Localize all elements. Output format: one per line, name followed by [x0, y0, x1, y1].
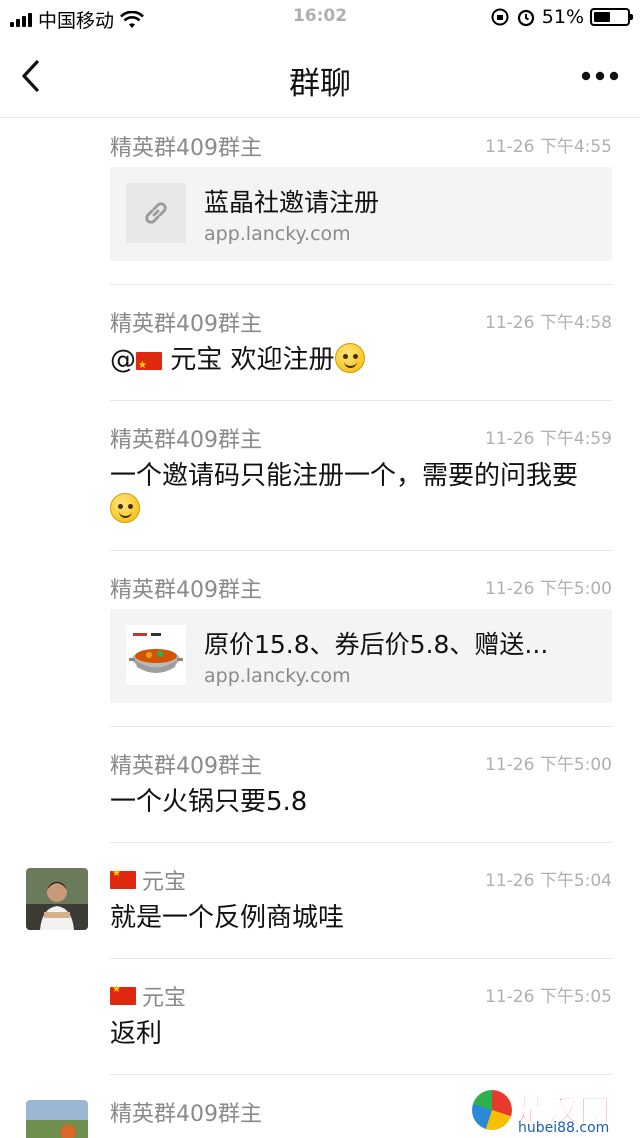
link-card[interactable]: 原价15.8、券后价5.8、赠送... app.lancky.com: [110, 609, 612, 703]
message-time: 11-26 下午4:59: [485, 429, 612, 449]
avatar[interactable]: [26, 868, 88, 930]
message-body: 欢迎注册: [230, 345, 335, 375]
message-time: 11-26 下午4:55: [485, 137, 612, 157]
message-text: 一个火锅只要5.8: [110, 787, 308, 817]
watermark-emblem-icon: [472, 1090, 512, 1130]
message-text: @ 元宝 欢迎注册: [110, 343, 365, 383]
message-time: 11-26 下午5:05: [485, 987, 612, 1007]
message-item: 精英群409群主 11-26 下午4:55 蓝晶社邀请注册 app.lancky…: [0, 130, 640, 284]
divider: [110, 958, 612, 959]
message-item: 精英群409群主 11-26 下午5:00 原价15.8、券后价5.8、赠送..…: [0, 572, 640, 726]
link-card-title: 蓝晶社邀请注册: [204, 188, 380, 217]
alarm-icon: [517, 9, 534, 27]
more-dots-icon[interactable]: [580, 66, 620, 86]
message-item: 元宝 11-26 下午5:04 就是一个反例商城哇: [0, 864, 640, 958]
link-icon: [126, 183, 186, 243]
smile-face-icon: [110, 493, 140, 523]
divider: [110, 726, 612, 727]
nav-bar: 群聊: [0, 36, 640, 118]
message-time: 11-26 下午4:58: [485, 313, 612, 333]
page-title: 群聊: [289, 66, 351, 102]
battery-icon: [590, 8, 633, 26]
china-flag-icon: [110, 868, 136, 889]
message-item: 精英群409群主 11-26 下午4:58 @ 元宝 欢迎注册: [0, 306, 640, 400]
message-text: 返利: [110, 1019, 163, 1049]
sender-name: 精英群409群主: [110, 136, 262, 161]
sender-name: 精英群409群主: [110, 754, 262, 779]
hotpot-thumbnail: [126, 625, 186, 685]
message-time: 11-26 下午5:00: [485, 579, 612, 599]
china-flag-icon: [136, 349, 162, 383]
divider: [110, 400, 612, 401]
divider: [110, 284, 612, 285]
watermark-url: hubei88.com: [518, 1120, 610, 1136]
sender-name: 元宝: [110, 864, 186, 896]
message-time: 11-26 下午5:04: [485, 871, 612, 891]
mention-name[interactable]: 元宝: [170, 345, 222, 375]
sender-name: 精英群409群主: [110, 1102, 262, 1127]
message-text: 就是一个反例商城哇: [110, 903, 345, 933]
rotation-lock-icon: [491, 8, 509, 26]
status-bar: 中国移动 16:02 51%: [0, 0, 640, 36]
link-card[interactable]: 蓝晶社邀请注册 app.lancky.com: [110, 167, 612, 261]
sender-name: 精英群409群主: [110, 578, 262, 603]
message-item: 元宝 11-26 下午5:05 返利: [0, 980, 640, 1074]
message-item: 精英群409群主 11-26 下午5:00 一个火锅只要5.8: [0, 748, 640, 842]
china-flag-icon: [110, 984, 136, 1005]
message-time: 11-26 下午5:00: [485, 755, 612, 775]
sender-name: 精英群409群主: [110, 428, 262, 453]
message-item: 精英群409群主 11-26 下午4:59 一个邀请码只能注册一个，需要的问我要: [0, 422, 640, 550]
divider: [110, 1074, 612, 1075]
watermark-logo: 楚汉网 hubei88.com: [472, 1086, 632, 1138]
sender-name: 元宝: [110, 980, 186, 1012]
link-card-url: app.lancky.com: [204, 223, 351, 245]
link-card-url: app.lancky.com: [204, 665, 351, 687]
message-text: 一个邀请码只能注册一个，需要的问我要: [110, 459, 612, 527]
avatar[interactable]: [26, 1100, 88, 1138]
link-card-title: 原价15.8、券后价5.8、赠送...: [204, 630, 549, 659]
battery-percent: 51%: [541, 6, 584, 28]
divider: [110, 550, 612, 551]
message-body: 一个邀请码只能注册一个，需要的问我要: [110, 461, 579, 491]
thinking-face-icon: [334, 343, 365, 373]
divider: [110, 842, 612, 843]
mention-at: @: [110, 345, 136, 375]
sender-name: 精英群409群主: [110, 312, 262, 337]
